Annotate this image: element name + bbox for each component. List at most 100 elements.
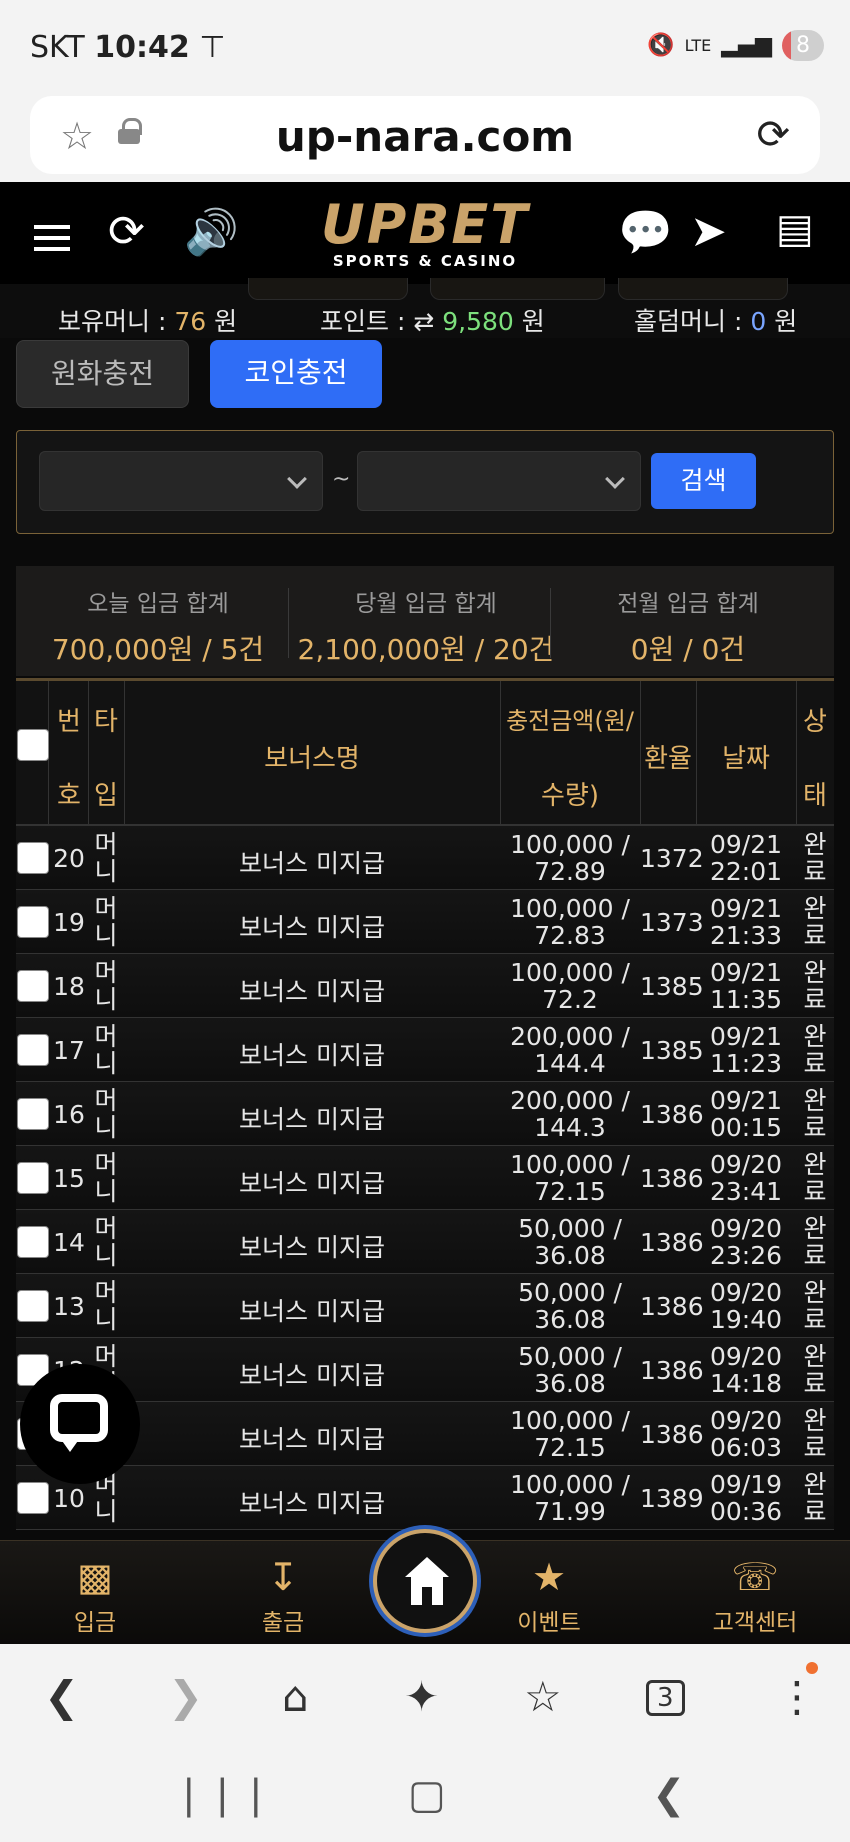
refresh-icon[interactable]: ⟳ bbox=[108, 206, 145, 257]
chat-bubble-icon bbox=[50, 1394, 108, 1442]
row-bonus-name: 보너스 미지급 bbox=[239, 1489, 385, 1518]
table-row[interactable]: 15 머 니 보너스 미지급 100,000 /72.15 1386 09/20 23:41 완… bbox=[16, 1146, 834, 1210]
summary-value: 2,100,000원 / 20건 bbox=[297, 633, 555, 666]
table-row[interactable]: 14 머 니 보너스 미지급 50,000 /36.08 1386 09/20 23:26 완 료 bbox=[16, 1210, 834, 1274]
row-amount: 50,000 / bbox=[518, 1214, 622, 1243]
row-quantity: 144.4 bbox=[534, 1049, 606, 1078]
point-value: 9,580 bbox=[442, 307, 514, 336]
search-button[interactable]: 검색 bbox=[651, 453, 756, 509]
chat-icon[interactable]: 💬 bbox=[618, 206, 673, 258]
row-type-top: 머 bbox=[94, 1278, 118, 1307]
table-row[interactable]: 19 머 니 보너스 미지급 100,000 /72.83 1373 09/21 21:33 완… bbox=[16, 890, 834, 954]
row-status-top: 완 bbox=[803, 1278, 827, 1307]
row-rate: 1389 bbox=[640, 1484, 704, 1513]
row-date: 09/21 bbox=[709, 1022, 783, 1051]
row-type-bottom: 니 bbox=[94, 857, 118, 886]
summary-value: 700,000원 / 5건 bbox=[51, 633, 265, 666]
row-type-bottom: 니 bbox=[94, 985, 118, 1014]
row-number: 18 bbox=[53, 972, 85, 1001]
back-icon[interactable]: ❮ bbox=[44, 1672, 79, 1721]
table-row[interactable]: 16 머 니 보너스 미지급 200,000 /144.3 1386 09/21 00:15 완… bbox=[16, 1082, 834, 1146]
start-date-select[interactable] bbox=[39, 451, 323, 511]
row-type-bottom: 니 bbox=[94, 1497, 118, 1526]
row-type-bottom: 니 bbox=[94, 921, 118, 950]
table-row[interactable]: 12머니보너스 미지급50,000 /36.08138609/2014:18완료 bbox=[16, 1338, 834, 1402]
row-quantity: 36.08 bbox=[534, 1241, 606, 1270]
row-checkbox[interactable] bbox=[17, 1162, 49, 1194]
recents-icon[interactable]: ❘❘❘ bbox=[172, 1772, 273, 1818]
end-date-select[interactable] bbox=[357, 451, 641, 511]
more-menu-icon[interactable]: ⋮ bbox=[776, 1672, 818, 1721]
row-checkbox[interactable] bbox=[17, 1290, 49, 1322]
row-checkbox[interactable] bbox=[17, 1226, 49, 1258]
header-amount-top: 충전금액(원/ bbox=[506, 707, 634, 735]
battery-icon: 8 bbox=[782, 30, 824, 61]
divider bbox=[288, 588, 289, 658]
row-quantity: 72.15 bbox=[534, 1433, 606, 1462]
menu-icon[interactable] bbox=[34, 218, 70, 258]
row-type-top: 머 bbox=[94, 1150, 118, 1179]
telegram-icon[interactable]: ➤ bbox=[690, 206, 727, 257]
header-status-bottom: 태 bbox=[803, 781, 827, 811]
row-checkbox[interactable] bbox=[17, 1034, 49, 1066]
row-bonus-name: 보너스 미지급 bbox=[239, 849, 385, 878]
row-date: 09/21 bbox=[709, 958, 783, 987]
carrier-time: SKT 10:42 ⊤ bbox=[30, 30, 225, 65]
browser-home-icon[interactable]: ⌂ bbox=[282, 1672, 309, 1721]
row-type-top: 머 bbox=[94, 830, 118, 859]
row-type-bottom: 니 bbox=[94, 1113, 118, 1142]
row-checkbox[interactable] bbox=[17, 842, 49, 874]
row-checkbox[interactable] bbox=[17, 906, 49, 938]
divider bbox=[550, 588, 551, 658]
table-row[interactable]: 10 머 니 보너스 미지급 100,000 /71.99 1389 09/19 00:36 완… bbox=[16, 1466, 834, 1530]
row-status-top: 완 bbox=[803, 1214, 827, 1243]
select-all-checkbox[interactable] bbox=[17, 729, 49, 761]
live-chat-button[interactable] bbox=[20, 1364, 140, 1484]
forward-icon[interactable]: ❯ bbox=[168, 1672, 203, 1721]
row-number: 16 bbox=[53, 1100, 85, 1129]
tab-coin-charge[interactable]: 코인충전 bbox=[210, 340, 382, 408]
browser-toolbar: ☆ up-nara.com ⟳ bbox=[0, 90, 850, 182]
nav-support[interactable]: ☏ 고객센터 bbox=[690, 1555, 820, 1637]
row-rate: 1372 bbox=[640, 844, 704, 873]
table-row[interactable]: 18 머 니 보너스 미지급 100,000 /72.2 1385 09/21 11:35 완 료 bbox=[16, 954, 834, 1018]
row-checkbox[interactable] bbox=[17, 1482, 49, 1514]
row-time: 23:26 bbox=[709, 1241, 783, 1270]
row-checkbox[interactable] bbox=[17, 970, 49, 1002]
tab-krw-charge[interactable]: 원화충전 bbox=[16, 340, 189, 408]
row-date: 09/20 bbox=[709, 1278, 783, 1307]
sound-icon[interactable]: 🔊 bbox=[184, 206, 239, 258]
brand-logo[interactable]: UPBET SPORTS & CASINO bbox=[300, 198, 550, 271]
system-back-icon[interactable]: ❮ bbox=[652, 1772, 686, 1818]
system-nav-bar: ❘❘❘ ▢ ❮ bbox=[0, 1752, 850, 1842]
row-checkbox[interactable] bbox=[17, 1098, 49, 1130]
nav-withdraw-label: 출금 bbox=[261, 1610, 305, 1636]
reload-icon[interactable]: ⟳ bbox=[756, 112, 790, 158]
bookmarks-icon[interactable]: ☆ bbox=[524, 1672, 562, 1721]
table-row[interactable]: 20 머 니 보너스 미지급 100,000 /72.89 1372 09/21 22:01 완… bbox=[16, 826, 834, 890]
nav-deposit-label: 입금 bbox=[73, 1610, 117, 1636]
row-amount: 50,000 / bbox=[518, 1342, 622, 1371]
clock: 10:42 bbox=[94, 30, 190, 65]
point-balance[interactable]: 포인트 : ⇄ 9,580 원 bbox=[320, 302, 545, 338]
table-row[interactable]: 13 머 니 보너스 미지급 50,000 /36.08 1386 09/20 19:40 완 료 bbox=[16, 1274, 834, 1338]
nav-deposit[interactable]: ▩ 입금 bbox=[30, 1555, 160, 1637]
row-date: 09/19 bbox=[709, 1470, 783, 1499]
header-amount-bottom: 수량) bbox=[541, 781, 599, 811]
address-bar[interactable]: ☆ up-nara.com ⟳ bbox=[30, 96, 820, 174]
sparkle-icon[interactable]: ✦ bbox=[404, 1672, 439, 1721]
summary-value: 0원 / 0건 bbox=[630, 633, 746, 666]
nav-withdraw[interactable]: ↧ 출금 bbox=[218, 1555, 348, 1637]
tabs-icon[interactable]: 3 bbox=[646, 1680, 685, 1716]
row-status-top: 완 bbox=[803, 1470, 827, 1499]
url-text[interactable]: up-nara.com bbox=[30, 112, 820, 161]
row-rate: 1386 bbox=[640, 1420, 704, 1449]
home-button[interactable] bbox=[373, 1529, 477, 1633]
row-quantity: 71.99 bbox=[534, 1497, 606, 1526]
nav-event[interactable]: ★ 이벤트 bbox=[484, 1555, 614, 1637]
system-home-icon[interactable]: ▢ bbox=[408, 1772, 446, 1818]
profile-card-icon[interactable]: ▤ bbox=[776, 206, 814, 252]
exchange-icon[interactable]: ⇄ bbox=[413, 307, 434, 336]
row-rate: 1373 bbox=[640, 908, 704, 937]
table-row[interactable]: 17 머 니 보너스 미지급 200,000 /144.4 1385 09/21 11:23 완… bbox=[16, 1018, 834, 1082]
